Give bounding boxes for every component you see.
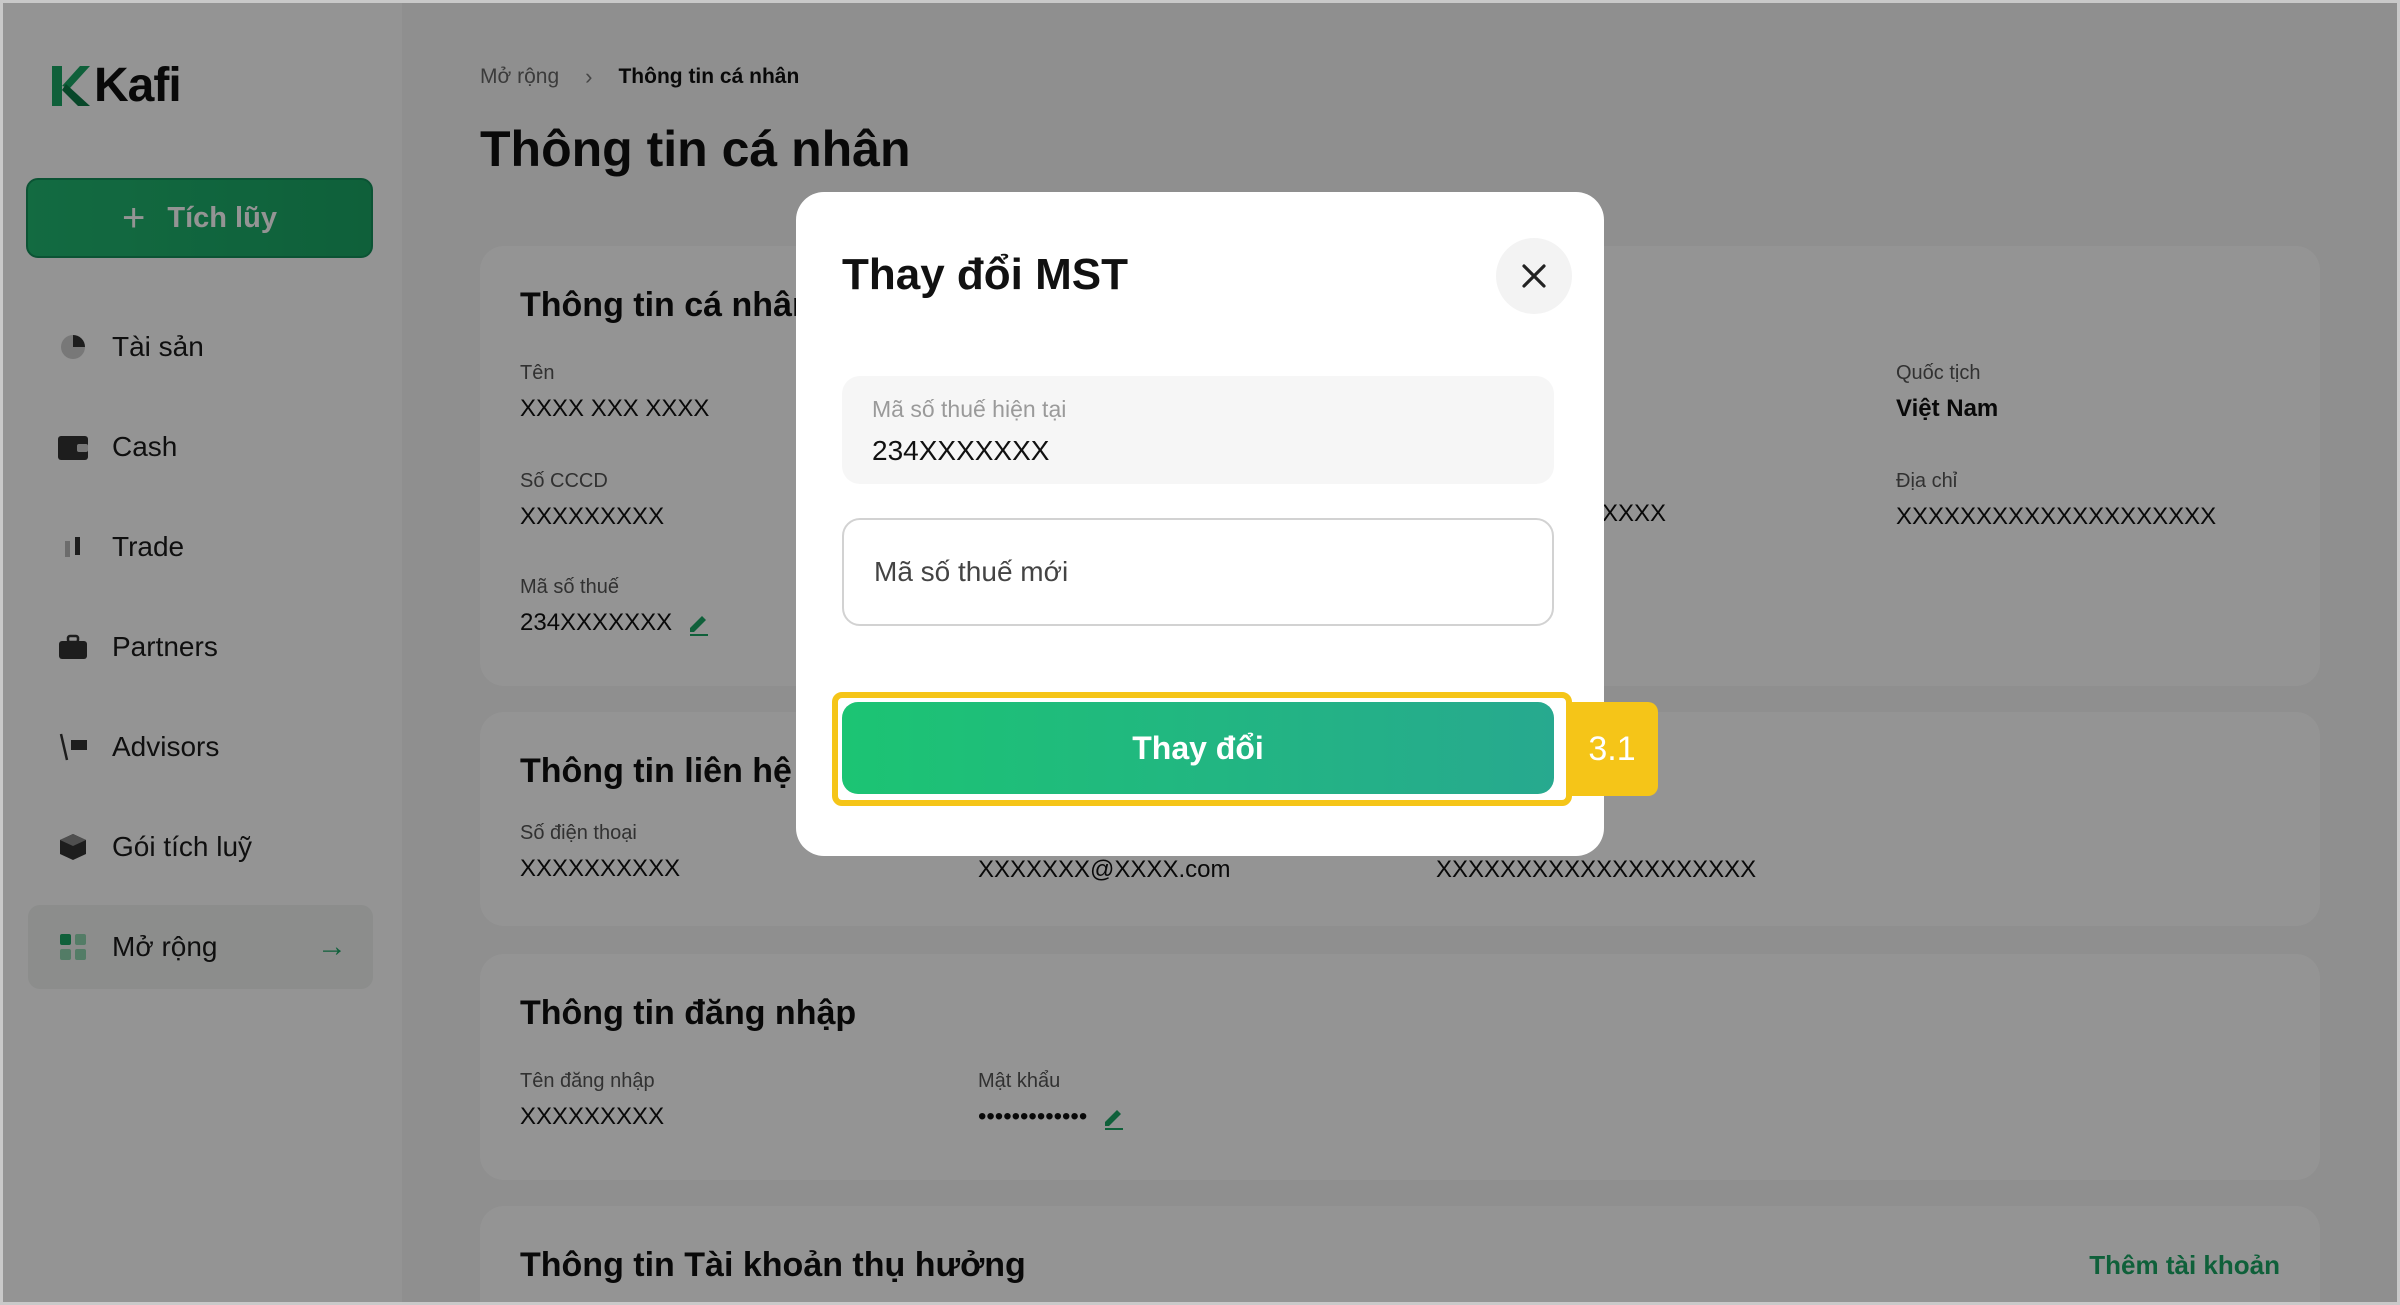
step-badge: 3.1 <box>1566 702 1658 796</box>
step-highlight-box <box>832 692 1572 806</box>
close-button[interactable] <box>1496 238 1572 314</box>
current-tax-code-label: Mã số thuế hiện tại <box>872 396 1067 422</box>
new-tax-code-input[interactable] <box>842 518 1554 626</box>
current-tax-code-field: Mã số thuế hiện tại 234XXXXXXX <box>842 376 1554 484</box>
close-icon <box>1522 264 1546 288</box>
modal-title: Thay đổi MST <box>842 250 1128 299</box>
current-tax-code-value: 234XXXXXXX <box>872 435 1050 466</box>
